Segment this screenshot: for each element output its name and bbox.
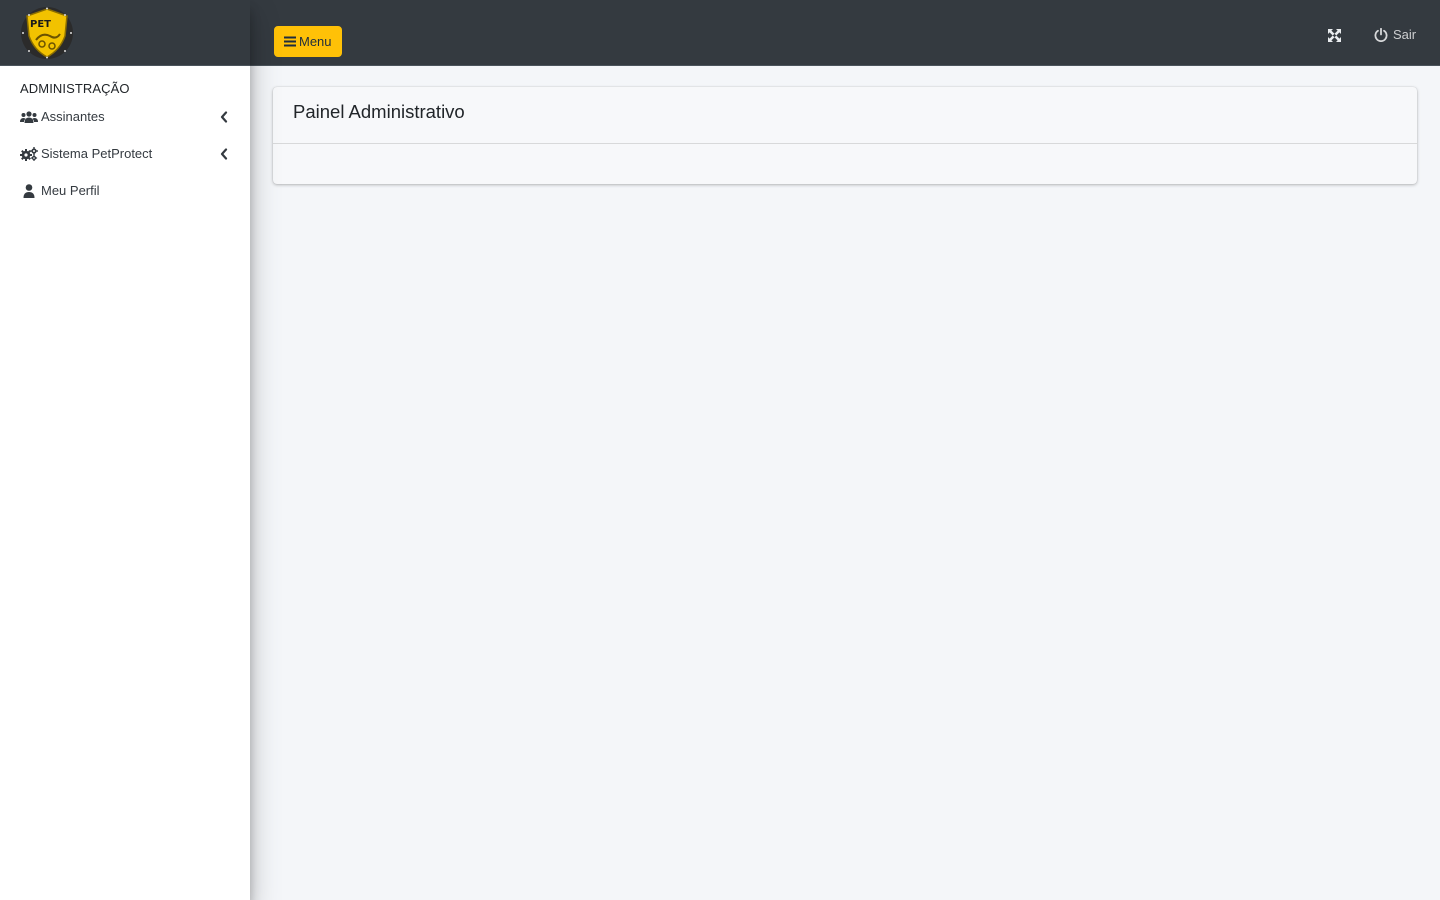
- menu-toggle-button[interactable]: Menu: [274, 26, 342, 57]
- sidebar-item-meu-perfil[interactable]: Meu Perfil: [0, 172, 250, 209]
- menu-button-label: Menu: [299, 34, 332, 49]
- sidebar-item-label: Meu Perfil: [41, 182, 100, 198]
- sidebar-item-assinantes[interactable]: Assinantes: [0, 98, 250, 135]
- card-header: Painel Administrativo: [273, 87, 1417, 144]
- nav-section-header: ADMINISTRAÇÃO: [20, 81, 130, 96]
- cogs-icon: [20, 146, 38, 161]
- petprotect-logo-icon: PET: [21, 6, 73, 59]
- power-icon: [1374, 27, 1388, 42]
- brand-link[interactable]: PET: [0, 0, 250, 66]
- chevron-left-icon: [220, 110, 228, 123]
- user-icon: [20, 183, 38, 198]
- bars-icon: [284, 36, 296, 47]
- logout-link[interactable]: Sair: [1374, 27, 1416, 42]
- users-icon: [20, 110, 38, 124]
- logout-label: Sair: [1393, 27, 1417, 42]
- dashboard-card: Painel Administrativo: [273, 87, 1417, 184]
- logo-text: PET: [30, 19, 51, 30]
- chevron-left-icon: [220, 147, 228, 160]
- sidebar-item-label: Assinantes: [41, 108, 105, 124]
- top-navbar: Menu Sair: [250, 0, 1440, 66]
- sidebar-item-label: Sistema PetProtect: [41, 145, 153, 161]
- page-title: Painel Administrativo: [293, 101, 465, 122]
- expand-icon[interactable]: [1328, 29, 1341, 42]
- sidebar-item-sistema-petprotect[interactable]: Sistema PetProtect: [0, 135, 250, 172]
- main-sidebar: PET ADMINISTRAÇÃO Assinantes Sistema Pet…: [0, 0, 250, 900]
- card-body: [273, 144, 1417, 184]
